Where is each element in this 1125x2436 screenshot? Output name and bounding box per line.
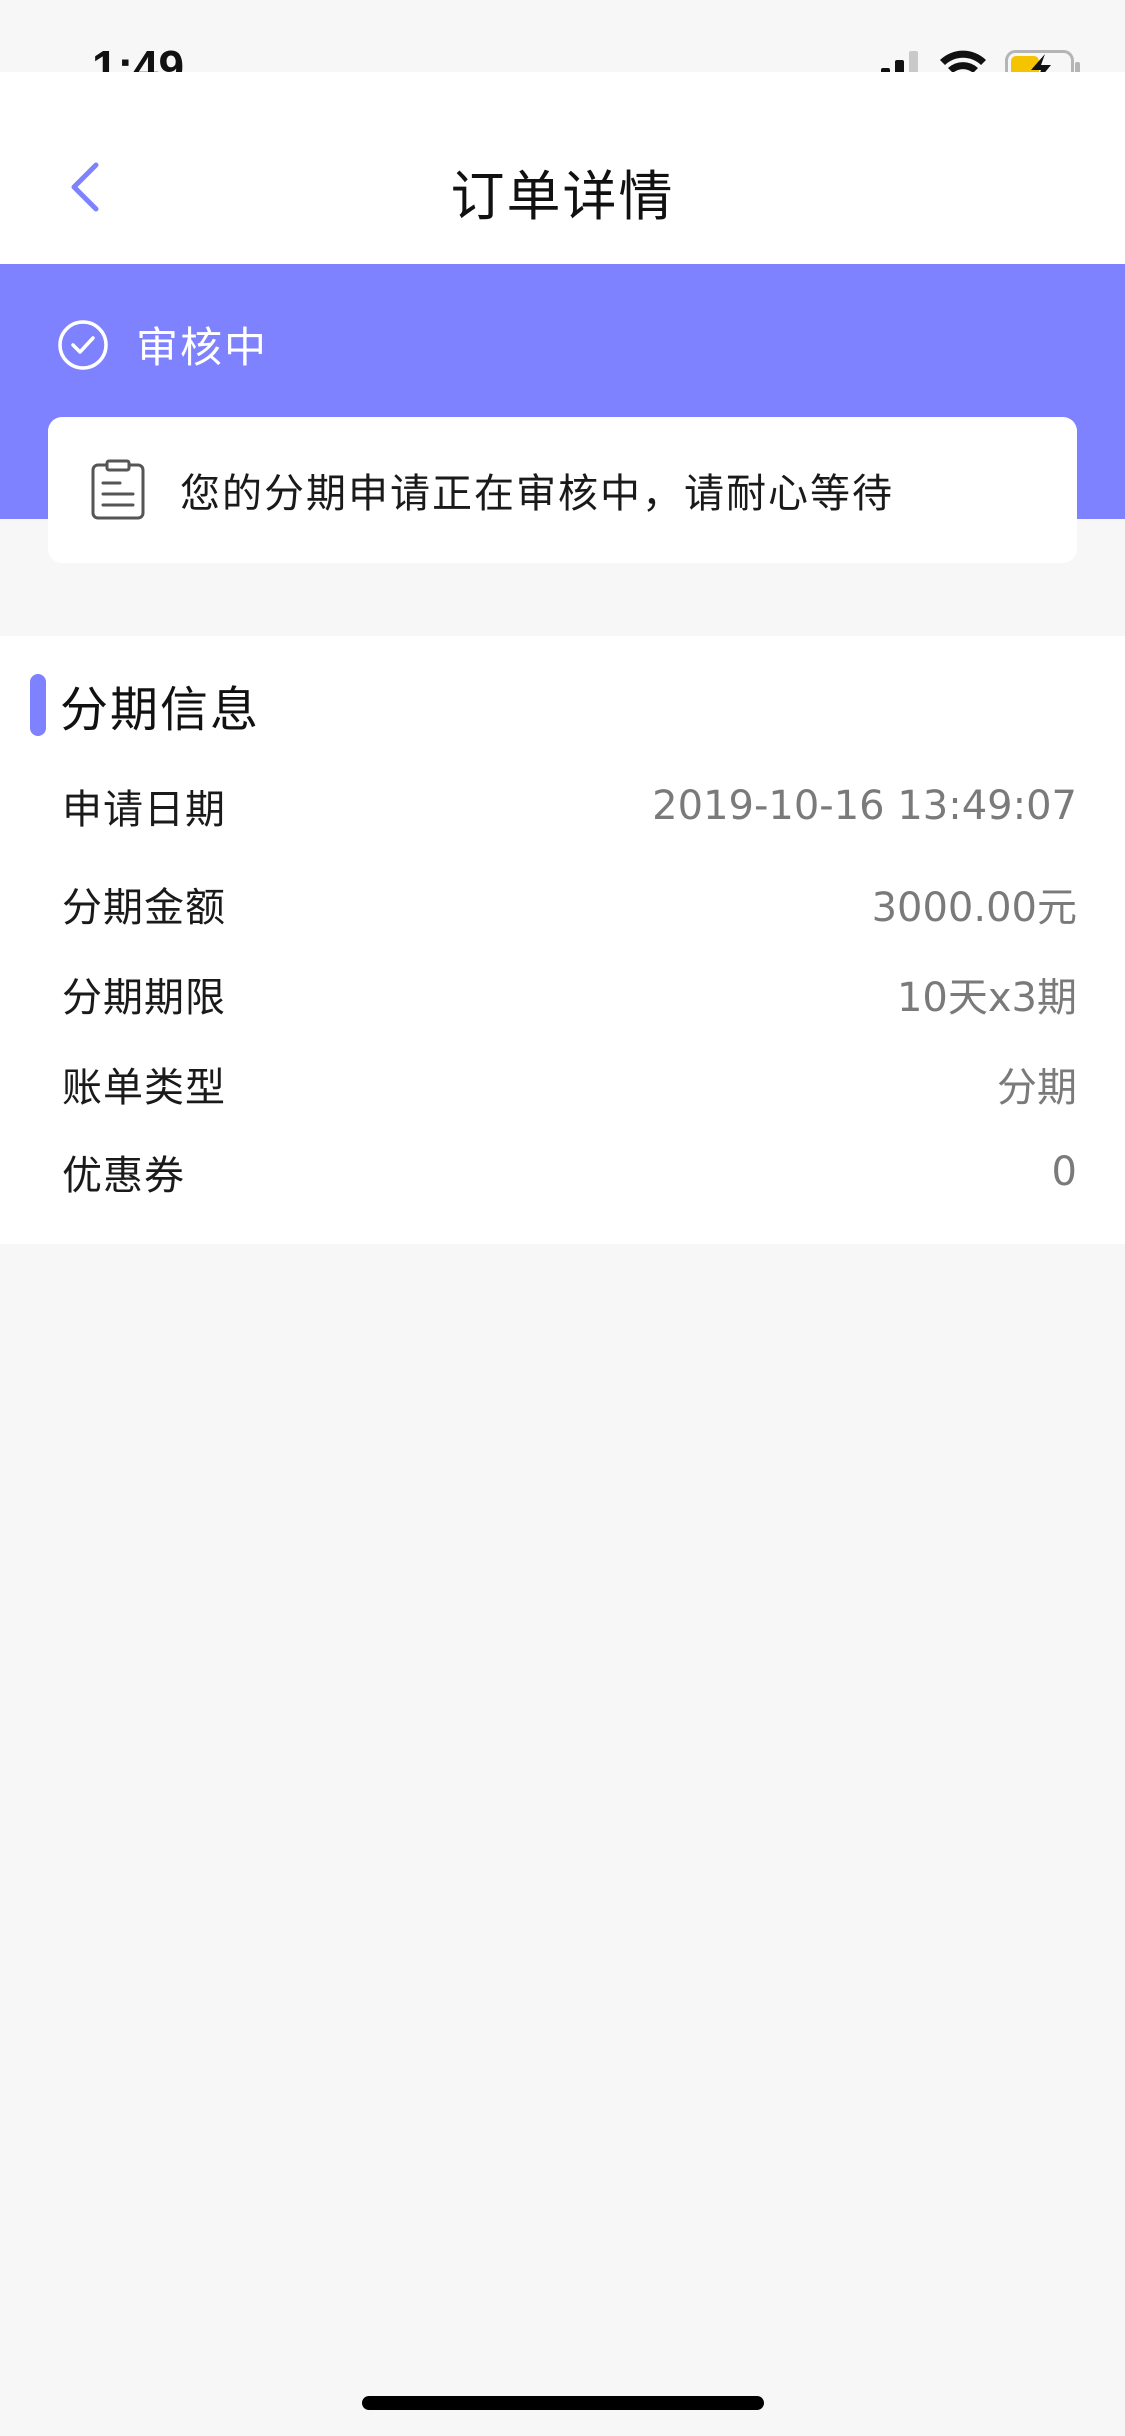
info-value: 0 [1051,1149,1077,1195]
info-row-apply-date: 申请日期 2019-10-16 13:49:07 [62,776,1077,836]
info-row-amount: 分期金额 3000.00元 [62,874,1077,934]
info-label: 分期金额 [62,885,226,931]
status-row: 审核中 [56,314,268,375]
info-label: 账单类型 [62,1065,226,1111]
info-row-bill-type: 账单类型 分期 [62,1054,1077,1114]
home-indicator[interactable] [362,2396,764,2410]
info-value: 2019-10-16 13:49:07 [652,783,1077,829]
section-header: 分期信息 [30,670,260,740]
notice-text: 您的分期申请正在审核中，请耐心等待 [180,471,894,517]
document-icon [91,459,145,520]
nav-bar: 订单详情 [0,72,1125,264]
info-label: 分期期限 [62,975,226,1021]
status-text: 审核中 [136,323,269,372]
info-value: 3000.00元 [871,885,1077,931]
section-title: 分期信息 [60,682,261,738]
info-value: 分期 [997,1065,1077,1111]
page-title: 订单详情 [450,165,675,228]
info-label: 优惠券 [62,1153,185,1199]
info-row-coupon: 优惠券 0 [62,1142,1077,1202]
status-bar: 1:49 [0,0,1125,93]
info-value: 10天x3期 [896,975,1077,1021]
section-accent-bar [30,674,46,736]
notice-card: 您的分期申请正在审核中，请耐心等待 [48,417,1077,563]
check-circle-icon [58,319,108,370]
info-row-term: 分期期限 10天x3期 [62,964,1077,1024]
installment-info-card: 分期信息 申请日期 2019-10-16 13:49:07 分期金额 3000.… [0,636,1125,1244]
info-label: 申请日期 [62,787,226,833]
